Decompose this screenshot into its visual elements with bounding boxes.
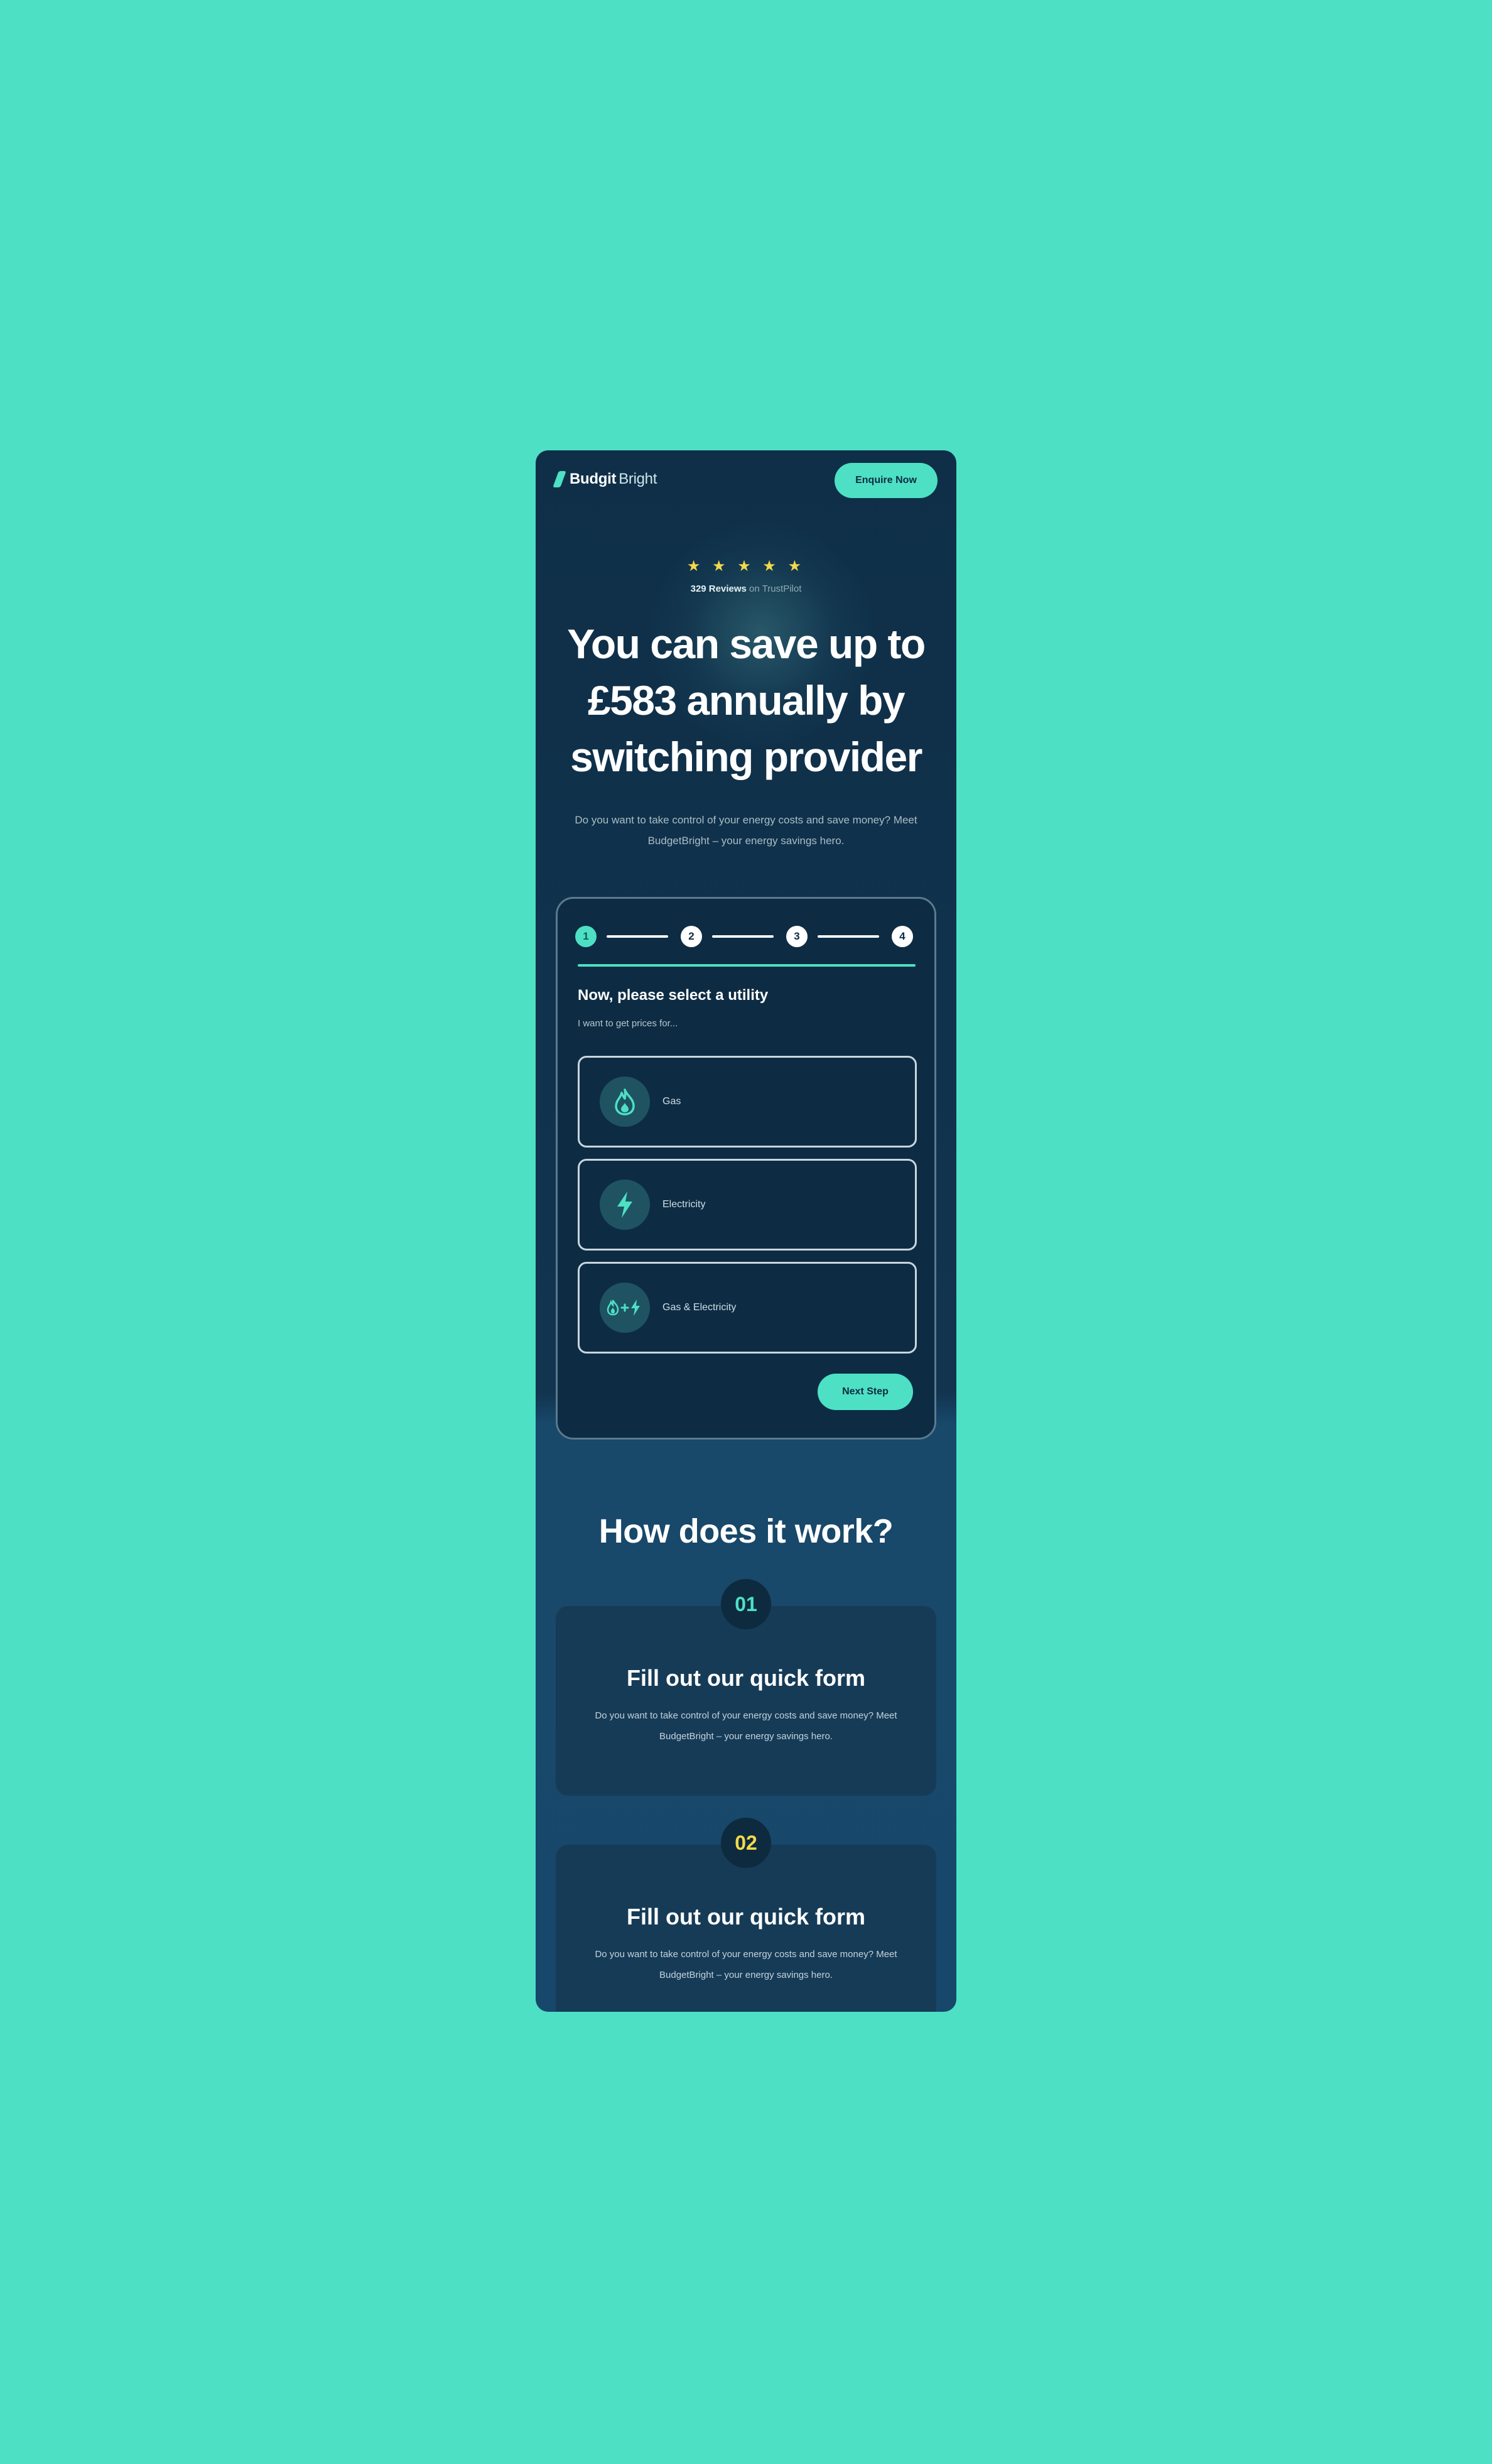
how-step-card: Fill out our quick form Do you want to t… (556, 1845, 936, 2012)
how-step-title: Fill out our quick form (627, 1665, 865, 1691)
review-summary[interactable]: 329 Reviews on TrustPilot (536, 583, 956, 594)
rating-stars: ★ ★ ★ ★ ★ (686, 558, 806, 575)
how-step-number-badge: 01 (721, 1579, 771, 1629)
how-step-text: Do you want to take control of your ener… (595, 1710, 897, 1742)
step-connector (607, 935, 668, 938)
form-title: Now, please select a utility (578, 987, 769, 1004)
logo-text-light: Bright (619, 470, 657, 487)
utility-option-label: Electricity (662, 1199, 706, 1210)
utility-form-card: 1 2 3 4 Now, please select a utility I w… (556, 897, 936, 1440)
enquire-now-button[interactable]: Enquire Now (835, 463, 938, 498)
utility-option-gas-electricity[interactable]: Gas & Electricity (578, 1262, 917, 1354)
step-indicator-4: 4 (892, 926, 913, 947)
how-it-works-title: How does it work? (598, 1512, 894, 1550)
utility-option-label: Gas (662, 1096, 681, 1107)
how-step-number-badge: 02 (721, 1818, 771, 1868)
brand-logo[interactable]: Budgit Bright (553, 470, 657, 489)
next-step-button[interactable]: Next Step (818, 1374, 913, 1410)
step-indicator-2: 2 (681, 926, 702, 947)
lightning-icon (600, 1180, 650, 1230)
form-stepper: 1 2 3 4 (575, 924, 918, 949)
logo-text-bold: Budgit (570, 470, 617, 487)
step-indicator-3: 3 (786, 926, 808, 947)
form-progress-line (578, 964, 916, 967)
flame-plus-lightning-icon (600, 1283, 650, 1333)
hero-title: You can save up to £583 annually by swit… (567, 621, 926, 780)
how-step-text: Do you want to take control of your ener… (595, 1949, 897, 1980)
step-connector (818, 935, 879, 938)
step-indicator-1: 1 (575, 926, 597, 947)
logo-mark-icon (553, 471, 566, 487)
hero-subtitle: Do you want to take control of your ener… (575, 814, 917, 847)
utility-option-electricity[interactable]: Electricity (578, 1159, 917, 1251)
site-header: Budgit Bright Enquire Now (536, 450, 956, 508)
form-subtitle: I want to get prices for... (578, 1018, 678, 1029)
mobile-page: Budgit Bright Enquire Now ★ ★ ★ ★ ★ 329 R… (536, 450, 956, 2012)
how-step-title: Fill out our quick form (627, 1904, 865, 1929)
utility-option-label: Gas & Electricity (662, 1302, 737, 1313)
how-step-card: Fill out our quick form Do you want to t… (556, 1606, 936, 1796)
review-source: on TrustPilot (749, 583, 802, 594)
review-count: 329 Reviews (690, 583, 747, 594)
step-connector (712, 935, 774, 938)
utility-option-gas[interactable]: Gas (578, 1056, 917, 1148)
flame-icon (600, 1077, 650, 1127)
